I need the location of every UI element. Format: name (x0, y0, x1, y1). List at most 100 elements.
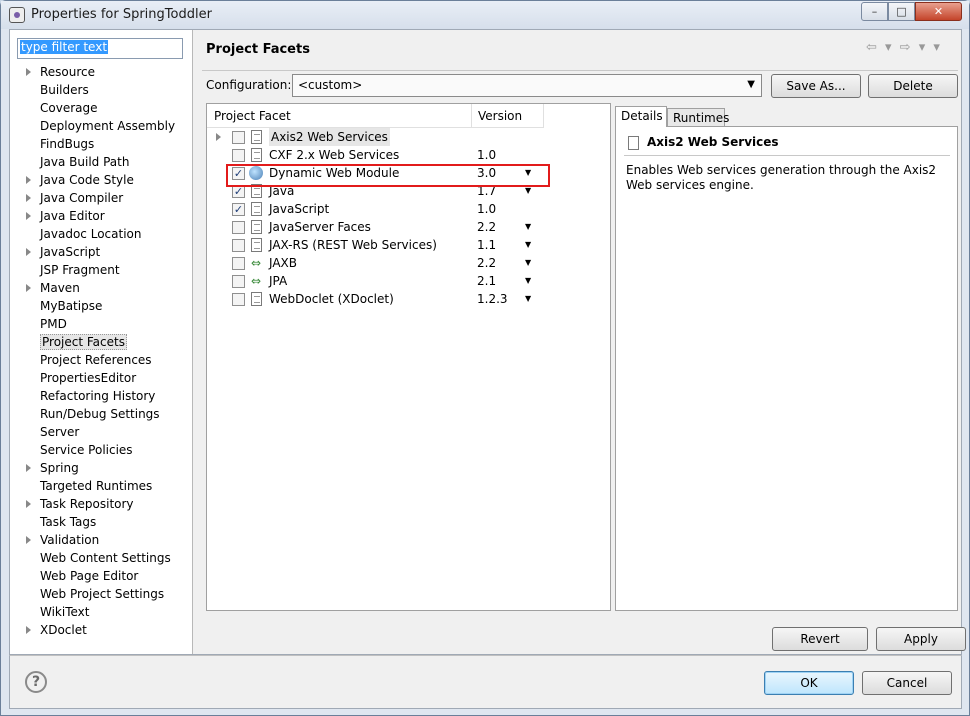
filter-input-text: type filter text (20, 40, 109, 54)
nav-item[interactable]: Java Editor (10, 207, 193, 225)
nav-item[interactable]: JSP Fragment (10, 261, 193, 279)
tab-details[interactable]: Details (615, 106, 667, 127)
table-row[interactable]: ✓ JavaScript 1.0 (207, 200, 610, 218)
facet-checkbox[interactable]: ✓ (232, 167, 245, 180)
nav-item[interactable]: Spring (10, 459, 193, 477)
nav-item[interactable]: Coverage (10, 99, 193, 117)
nav-item[interactable]: Web Content Settings (10, 549, 193, 567)
nav-item[interactable]: MyBatipse (10, 297, 193, 315)
table-row[interactable]: Axis2 Web Services (207, 128, 610, 146)
delete-button[interactable]: Delete (868, 74, 958, 98)
facet-checkbox[interactable] (232, 257, 245, 270)
facet-checkbox[interactable]: ✓ (232, 185, 245, 198)
chevron-down-icon[interactable]: ▼ (525, 272, 531, 290)
table-row[interactable]: WebDoclet (XDoclet) 1.2.3 ▼ (207, 290, 610, 308)
nav-item[interactable]: Targeted Runtimes (10, 477, 193, 495)
facet-version[interactable]: 2.1 (477, 272, 496, 290)
facet-checkbox[interactable] (232, 149, 245, 162)
nav-item[interactable]: Javadoc Location (10, 225, 193, 243)
facet-checkbox[interactable] (232, 221, 245, 234)
facet-checkbox[interactable] (232, 293, 245, 306)
table-row[interactable]: JAX-RS (REST Web Services) 1.1 ▼ (207, 236, 610, 254)
close-button[interactable]: ✕ (915, 2, 962, 21)
save-as-button[interactable]: Save As... (771, 74, 861, 98)
column-header-facet[interactable]: Project Facet (207, 104, 472, 128)
nav-item[interactable]: XDoclet (10, 621, 193, 639)
nav-item[interactable]: Refactoring History (10, 387, 193, 405)
facet-checkbox[interactable] (232, 239, 245, 252)
chevron-right-icon[interactable] (26, 68, 31, 76)
nav-item[interactable]: Web Page Editor (10, 567, 193, 585)
chevron-right-icon[interactable] (26, 248, 31, 256)
nav-item[interactable]: Project References (10, 351, 193, 369)
nav-item[interactable]: Java Compiler (10, 189, 193, 207)
ok-button[interactable]: OK (764, 671, 854, 695)
nav-item[interactable]: Java Build Path (10, 153, 193, 171)
nav-item[interactable]: Task Repository (10, 495, 193, 513)
chevron-right-icon[interactable] (216, 133, 221, 141)
chevron-right-icon[interactable] (26, 464, 31, 472)
chevron-right-icon[interactable] (26, 212, 31, 220)
facet-version[interactable]: 1.2.3 (477, 290, 508, 308)
chevron-right-icon[interactable] (26, 176, 31, 184)
facet-checkbox[interactable]: ✓ (232, 203, 245, 216)
nav-item[interactable]: WikiText (10, 603, 193, 621)
details-description: Enables Web services generation through … (626, 163, 937, 192)
nav-item[interactable]: PMD (10, 315, 193, 333)
chevron-right-icon[interactable] (26, 284, 31, 292)
facet-checkbox[interactable] (232, 275, 245, 288)
facet-version[interactable]: 1.7 (477, 182, 496, 200)
nav-item[interactable]: Task Tags (10, 513, 193, 531)
chevron-right-icon[interactable] (26, 536, 31, 544)
revert-button[interactable]: Revert (772, 627, 868, 651)
tab-runtimes[interactable]: Runtimes (667, 108, 729, 128)
table-row[interactable]: JavaServer Faces 2.2 ▼ (207, 218, 610, 236)
nav-item[interactable]: Resource (10, 63, 193, 81)
table-row[interactable]: ✓ Dynamic Web Module 3.0 ▼ (207, 164, 610, 182)
help-icon[interactable]: ? (25, 671, 47, 693)
nav-item[interactable]: JavaScript (10, 243, 193, 261)
nav-item[interactable]: Service Policies (10, 441, 193, 459)
nav-item[interactable]: FindBugs (10, 135, 193, 153)
configuration-combo[interactable]: <custom> ▼ (292, 74, 762, 97)
facet-version[interactable]: 3.0 (477, 164, 496, 182)
facet-version[interactable]: 1.0 (477, 200, 496, 218)
table-row[interactable]: ⇔ JAXB 2.2 ▼ (207, 254, 610, 272)
chevron-right-icon[interactable] (26, 626, 31, 634)
table-row[interactable]: ✓ Java 1.7 ▼ (207, 182, 610, 200)
table-row[interactable]: CXF 2.x Web Services 1.0 (207, 146, 610, 164)
column-header-version[interactable]: Version (472, 104, 544, 128)
nav-item[interactable]: Builders (10, 81, 193, 99)
cancel-button[interactable]: Cancel (862, 671, 952, 695)
chevron-right-icon[interactable] (26, 194, 31, 202)
facet-version[interactable]: 2.2 (477, 218, 496, 236)
filter-input[interactable]: type filter text (17, 38, 183, 59)
maximize-button[interactable]: □ (888, 2, 915, 21)
chevron-down-icon[interactable]: ▼ (525, 236, 531, 254)
nav-item[interactable]: Java Code Style (10, 171, 193, 189)
nav-item-label: FindBugs (40, 137, 95, 151)
chevron-right-icon[interactable] (26, 500, 31, 508)
nav-item[interactable]: Deployment Assembly (10, 117, 193, 135)
minimize-button[interactable]: – (861, 2, 888, 21)
chevron-down-icon[interactable]: ▼ (525, 218, 531, 236)
facet-checkbox[interactable] (232, 131, 245, 144)
nav-item[interactable]: Project Facets (10, 333, 193, 351)
chevron-down-icon[interactable]: ▼ (525, 182, 531, 200)
nav-item[interactable]: PropertiesEditor (10, 369, 193, 387)
nav-item[interactable]: Maven (10, 279, 193, 297)
nav-item[interactable]: Validation (10, 531, 193, 549)
title-bar[interactable]: Properties for SpringToddler – □ ✕ (1, 1, 969, 29)
facet-version[interactable]: 1.1 (477, 236, 496, 254)
facet-version[interactable]: 2.2 (477, 254, 496, 272)
nav-item[interactable]: Web Project Settings (10, 585, 193, 603)
chevron-down-icon[interactable]: ▼ (525, 290, 531, 308)
history-nav-arrows[interactable]: ⇦ ▾ ⇨ ▾ ▾ (866, 40, 942, 55)
table-row[interactable]: ⇔ JPA 2.1 ▼ (207, 272, 610, 290)
chevron-down-icon[interactable]: ▼ (525, 164, 531, 182)
chevron-down-icon[interactable]: ▼ (525, 254, 531, 272)
facet-version[interactable]: 1.0 (477, 146, 496, 164)
apply-button[interactable]: Apply (876, 627, 966, 651)
nav-item[interactable]: Run/Debug Settings (10, 405, 193, 423)
nav-item[interactable]: Server (10, 423, 193, 441)
